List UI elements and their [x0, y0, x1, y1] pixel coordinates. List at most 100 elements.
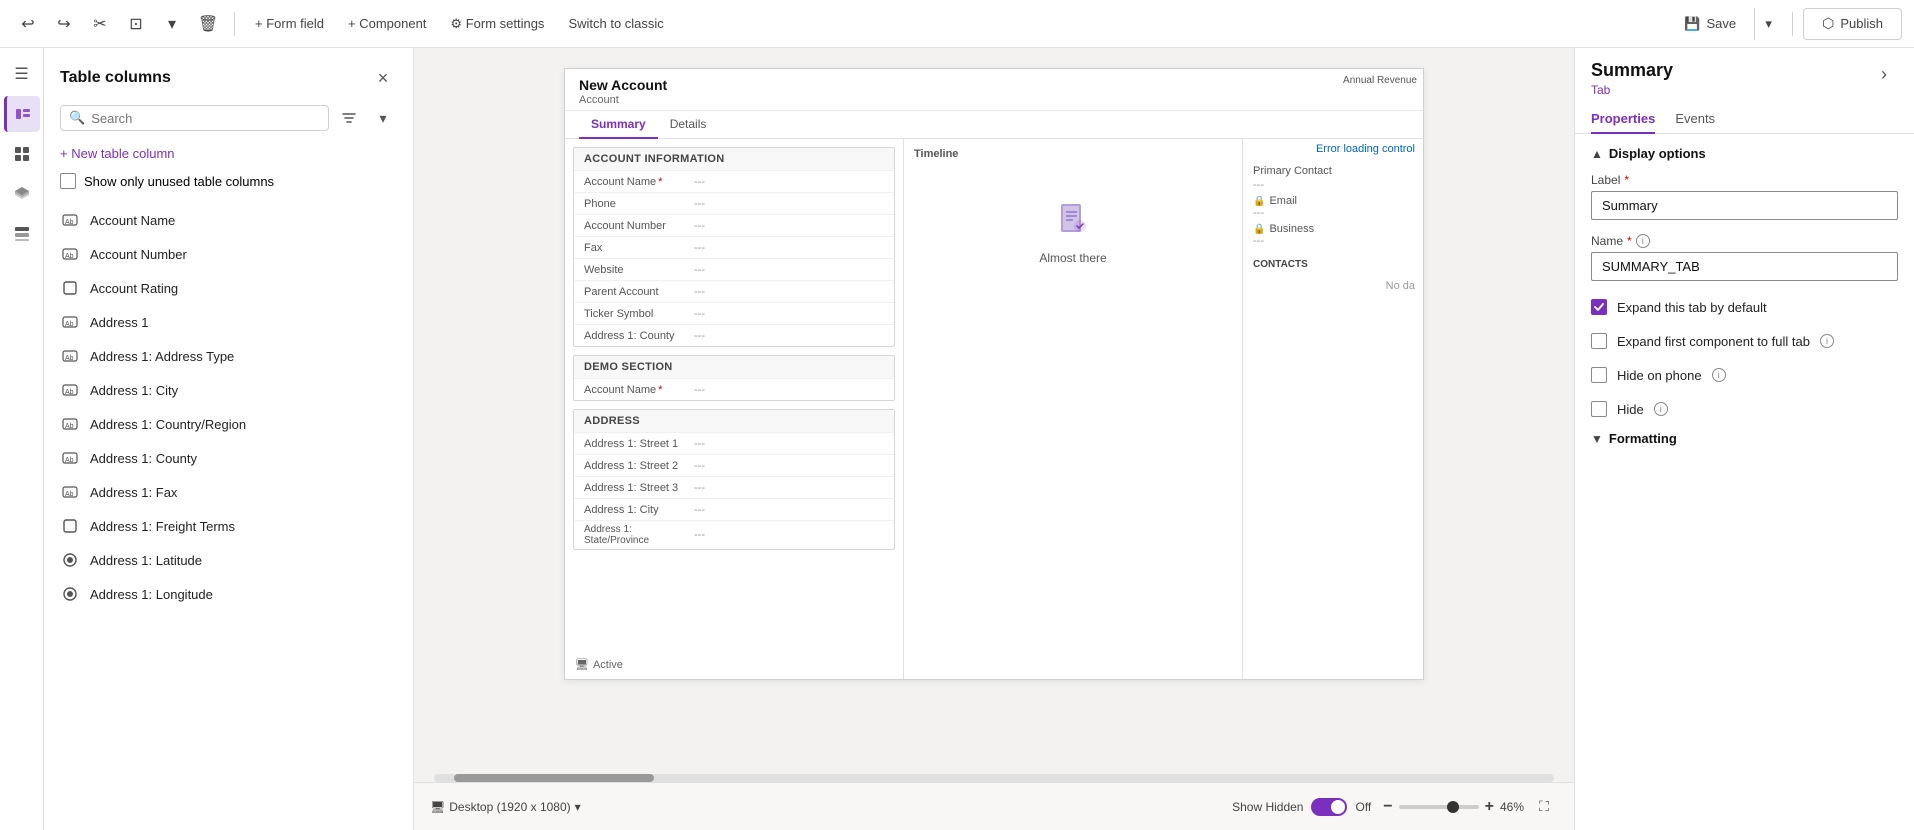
rail-hamburger[interactable]: ☰ [4, 56, 40, 92]
expand-full-info-icon[interactable]: i [1820, 334, 1834, 348]
list-item[interactable]: AbAddress 1: Fax [44, 475, 413, 509]
field-label-account-name: Account Name* [584, 176, 694, 188]
field-row-city: Address 1: City --- [574, 498, 894, 520]
hide-info-icon[interactable]: i [1654, 402, 1668, 416]
left-panel-header: Table columns × [44, 48, 413, 100]
fullscreen-button[interactable]: ⛶ [1530, 793, 1558, 821]
save-button[interactable]: 💾 Save [1670, 8, 1750, 40]
canvas-h-scroll[interactable] [434, 774, 1554, 782]
column-label: Account Rating [90, 281, 178, 296]
zoom-slider[interactable] [1399, 805, 1479, 809]
search-input[interactable] [91, 111, 320, 126]
expand-tab-checkbox[interactable] [1591, 299, 1607, 315]
zoom-thumb [1447, 801, 1459, 813]
form-field-button[interactable]: + Form field [245, 8, 334, 40]
redo-button[interactable]: ↪ [48, 8, 80, 40]
name-field-group: Name * i [1591, 234, 1898, 281]
list-item[interactable]: Account Rating [44, 271, 413, 305]
zoom-plus-icon[interactable]: + [1485, 798, 1494, 816]
form-header: New Account Account [565, 69, 1423, 111]
field-label-street1: Address 1: Street 1 [584, 438, 694, 450]
new-column-button[interactable]: + New table column [44, 140, 413, 167]
left-panel-title: Table columns [60, 69, 171, 87]
display-options-section-header[interactable]: ▲ Display options [1591, 146, 1898, 161]
search-input-wrap: 🔍 [60, 105, 329, 131]
tab-events[interactable]: Events [1675, 105, 1715, 134]
name-input[interactable] [1591, 252, 1898, 281]
rail-grid[interactable] [4, 136, 40, 172]
name-info-icon[interactable]: i [1636, 234, 1650, 248]
monitor-icon: 🖥 [575, 658, 589, 671]
formatting-section-header[interactable]: ▼ Formatting [1591, 431, 1898, 446]
text-icon: Ab [62, 212, 78, 228]
checkbox-icon [62, 280, 78, 296]
field-row-account-number: Account Number --- [574, 214, 894, 236]
hide-phone-row: Hide on phone i [1591, 363, 1898, 387]
save-dropdown-arrow[interactable]: ▾ [1754, 8, 1782, 40]
right-panel-close-button[interactable]: › [1870, 60, 1898, 88]
component-button[interactable]: + Component [338, 8, 436, 40]
field-row-street2: Address 1: Street 2 --- [574, 454, 894, 476]
form-settings-button[interactable]: ⚙ Form settings [440, 8, 554, 40]
undo-button[interactable]: ↩ [12, 8, 44, 40]
form-tab-details[interactable]: Details [658, 111, 719, 139]
label-input[interactable] [1591, 191, 1898, 220]
column-type-icon [60, 550, 80, 570]
formatting-label: Formatting [1609, 431, 1677, 446]
cut-button[interactable]: ✂ [84, 8, 116, 40]
device-select[interactable]: 🖥 Desktop (1920 x 1080) ▾ [430, 800, 581, 814]
column-label: Address 1: Country/Region [90, 417, 246, 432]
right-panel-title-group: Summary Tab [1591, 60, 1673, 97]
label-required-star: * [1624, 173, 1629, 187]
publish-button[interactable]: ⬡ Publish [1803, 8, 1902, 40]
zoom-level: 46% [1500, 800, 1524, 814]
expand-full-row: Expand first component to full tab i [1591, 329, 1898, 353]
hide-phone-checkbox[interactable] [1591, 367, 1607, 383]
sort-button[interactable]: ▾ [369, 104, 397, 132]
expand-full-checkbox[interactable] [1591, 333, 1607, 349]
text-icon: Ab [62, 382, 78, 398]
form-main-col: ACCOUNT INFORMATION Account Name* --- Ph… [565, 139, 904, 679]
book-icon [1053, 198, 1093, 238]
rail-layers[interactable] [4, 176, 40, 212]
form-tab-summary[interactable]: Summary [579, 111, 658, 139]
list-item[interactable]: Address 1: Freight Terms [44, 509, 413, 543]
list-item[interactable]: Ab Address 1: Country/Region [44, 407, 413, 441]
list-item[interactable]: AbAddress 1 [44, 305, 413, 339]
delete-button[interactable]: 🗑 [192, 8, 224, 40]
list-item[interactable]: AbAddress 1: County [44, 441, 413, 475]
switch-classic-button[interactable]: Switch to classic [558, 8, 673, 40]
column-type-icon: Ab [60, 414, 80, 434]
tab-properties[interactable]: Properties [1591, 105, 1655, 134]
hide-phone-info-icon[interactable]: i [1712, 368, 1726, 382]
form-preview[interactable]: Annual Revenue New Account Account Summa… [564, 68, 1424, 680]
primary-contact-section: Primary Contact --- 🔒 Email --- 🔒 Busine… [1243, 159, 1423, 253]
error-loading[interactable]: Error loading control [1243, 139, 1423, 159]
filter-button[interactable] [335, 104, 363, 132]
rail-component[interactable] [4, 216, 40, 252]
list-item[interactable]: Address 1: Latitude [44, 543, 413, 577]
show-hidden-toggle[interactable] [1311, 798, 1347, 816]
list-item[interactable]: AbAccount Name [44, 203, 413, 237]
list-item[interactable]: AbAddress 1: City [44, 373, 413, 407]
field-label-account-number: Account Number [584, 220, 694, 232]
rail-table-columns[interactable] [4, 96, 40, 132]
address-header: ADDRESS [574, 410, 894, 432]
close-panel-button[interactable]: × [369, 64, 397, 92]
number-icon [62, 552, 78, 568]
column-label: Address 1: Address Type [90, 349, 234, 364]
list-item[interactable]: Address 1: Longitude [44, 577, 413, 611]
copy-button[interactable]: ⊡ [120, 8, 152, 40]
publish-icon: ⬡ [1822, 15, 1834, 32]
columns-list: AbAccount NameAbAccount Number Account Ra… [44, 199, 413, 830]
check-icon [1594, 303, 1604, 311]
list-item[interactable]: AbAccount Number [44, 237, 413, 271]
list-item[interactable]: AbAddress 1: Address Type [44, 339, 413, 373]
dropdown-button[interactable]: ▾ [156, 8, 188, 40]
column-type-icon: Ab [60, 244, 80, 264]
active-label: Active [593, 659, 623, 671]
hide-row: Hide i [1591, 397, 1898, 421]
hide-checkbox[interactable] [1591, 401, 1607, 417]
show-unused-checkbox[interactable] [60, 173, 76, 189]
zoom-minus-icon[interactable]: − [1383, 798, 1392, 816]
